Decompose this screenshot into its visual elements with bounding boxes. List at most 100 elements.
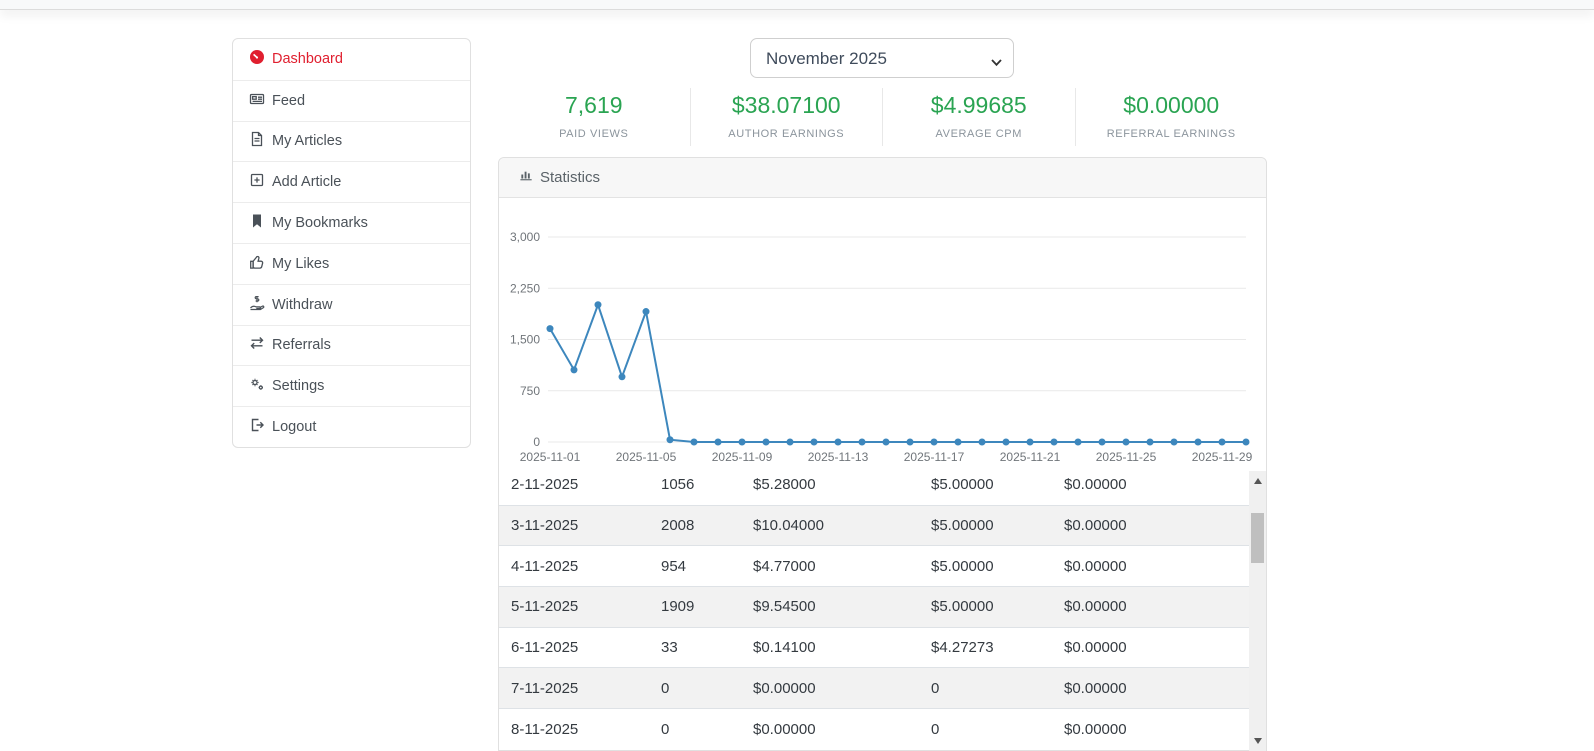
table-cell: 0	[919, 668, 1052, 709]
sidebar-item-label: Dashboard	[272, 51, 343, 67]
table-cell: 0	[649, 709, 741, 750]
stat-value: 7,619	[498, 92, 690, 119]
sidebar-item-my-bookmarks[interactable]: My Bookmarks	[233, 202, 470, 243]
table-row: 7-11-20250$0.000000$0.00000	[499, 668, 1249, 709]
table-row: 4-11-2025954$4.77000$5.00000$0.00000	[499, 546, 1249, 587]
table-cell: 6-11-2025	[499, 627, 649, 668]
table-cell: $5.28000	[741, 471, 919, 505]
stats-table-scroll[interactable]: 2-11-20251056$5.28000$5.00000$0.000003-1…	[499, 471, 1266, 751]
plus-square-icon	[249, 172, 265, 192]
table-row: 3-11-20252008$10.04000$5.00000$0.00000	[499, 505, 1249, 546]
table-cell: $0.00000	[1052, 709, 1249, 750]
sidebar-item-logout[interactable]: Logout	[233, 406, 470, 447]
sidebar-item-label: Feed	[272, 93, 305, 109]
hand-holding-usd-icon	[249, 295, 265, 315]
sidebar-item-label: Withdraw	[272, 297, 332, 313]
stat-paid-views: 7,619 PAID VIEWS	[498, 88, 690, 146]
svg-text:3,000: 3,000	[510, 230, 540, 244]
sidebar-item-add-article[interactable]: Add Article	[233, 161, 470, 202]
svg-text:2025-11-09: 2025-11-09	[712, 450, 773, 464]
gears-icon	[249, 376, 265, 396]
table-cell: 7-11-2025	[499, 668, 649, 709]
table-cell: $0.14100	[741, 627, 919, 668]
svg-text:750: 750	[520, 384, 540, 398]
table-cell: 3-11-2025	[499, 505, 649, 546]
sidebar-item-dashboard[interactable]: Dashboard	[233, 39, 470, 80]
svg-text:2025-11-01: 2025-11-01	[520, 450, 581, 464]
exchange-icon	[249, 335, 265, 355]
table-cell: $0.00000	[741, 709, 919, 750]
bookmark-icon	[249, 213, 265, 233]
svg-text:2025-11-13: 2025-11-13	[808, 450, 869, 464]
month-select-wrap: November 2025	[750, 38, 1014, 78]
stat-label: AUTHOR EARNINGS	[691, 128, 883, 140]
table-cell: $4.27273	[919, 627, 1052, 668]
svg-text:2025-11-21: 2025-11-21	[1000, 450, 1061, 464]
stats-row: 7,619 PAID VIEWS $38.07100 AUTHOR EARNIN…	[498, 88, 1267, 146]
statistics-panel: Statistics 07501,5002,2503,0002025-11-01…	[498, 157, 1267, 751]
sidebar-item-label: Referrals	[272, 337, 331, 353]
stat-average-cpm: $4.99685 AVERAGE CPM	[882, 88, 1075, 146]
table-cell: $4.77000	[741, 546, 919, 587]
top-navbar	[0, 0, 1594, 10]
tachometer-icon	[249, 49, 265, 69]
stat-label: PAID VIEWS	[498, 128, 690, 140]
sidebar-item-settings[interactable]: Settings	[233, 365, 470, 406]
sidebar-item-label: My Articles	[272, 133, 342, 149]
panel-title: Statistics	[540, 158, 600, 198]
scroll-down-arrow-icon[interactable]	[1249, 733, 1266, 749]
table-scrollbar[interactable]	[1249, 471, 1266, 751]
stat-label: AVERAGE CPM	[883, 128, 1075, 140]
sign-out-icon	[249, 417, 265, 437]
table-cell: 2-11-2025	[499, 471, 649, 505]
table-cell: 2008	[649, 505, 741, 546]
sidebar-item-withdraw[interactable]: Withdraw	[233, 284, 470, 325]
table-cell: $0.00000	[741, 668, 919, 709]
sidebar-item-label: Settings	[272, 378, 324, 394]
sidebar-item-label: Add Article	[272, 174, 341, 190]
table-cell: $0.00000	[1052, 471, 1249, 505]
table-cell: 954	[649, 546, 741, 587]
table-row: 2-11-20251056$5.28000$5.00000$0.00000	[499, 471, 1249, 505]
scroll-up-arrow-icon[interactable]	[1249, 473, 1266, 489]
sidebar-item-referrals[interactable]: Referrals	[233, 325, 470, 366]
table-cell: $0.00000	[1052, 505, 1249, 546]
table-cell: 1056	[649, 471, 741, 505]
svg-text:0: 0	[533, 435, 540, 449]
table-cell: 0	[649, 668, 741, 709]
sidebar-item-my-articles[interactable]: My Articles	[233, 121, 470, 162]
month-select[interactable]: November 2025	[750, 38, 1014, 78]
table-row: 5-11-20251909$9.54500$5.00000$0.00000	[499, 587, 1249, 628]
svg-text:1,500: 1,500	[510, 333, 540, 347]
table-cell: $5.00000	[919, 505, 1052, 546]
svg-text:2025-11-29: 2025-11-29	[1192, 450, 1253, 464]
newspaper-icon	[249, 91, 265, 111]
file-icon	[249, 131, 265, 151]
table-row: 6-11-202533$0.14100$4.27273$0.00000	[499, 627, 1249, 668]
table-cell: $5.00000	[919, 546, 1052, 587]
stat-author-earnings: $38.07100 AUTHOR EARNINGS	[690, 88, 883, 146]
table-cell: $0.00000	[1052, 627, 1249, 668]
table-cell: 4-11-2025	[499, 546, 649, 587]
stat-label: REFERRAL EARNINGS	[1076, 128, 1268, 140]
scrollbar-thumb[interactable]	[1251, 513, 1264, 563]
main-content: November 2025 7,619 PAID VIEWS $38.07100…	[498, 38, 1267, 750]
sidebar-item-my-likes[interactable]: My Likes	[233, 243, 470, 284]
stat-value: $4.99685	[883, 92, 1075, 119]
svg-text:2025-11-25: 2025-11-25	[1096, 450, 1157, 464]
table-cell: 5-11-2025	[499, 587, 649, 628]
stat-value: $38.07100	[691, 92, 883, 119]
table-cell: $0.00000	[1052, 587, 1249, 628]
sidebar-item-feed[interactable]: Feed	[233, 80, 470, 121]
table-cell: $0.00000	[1052, 546, 1249, 587]
paid-views-chart: 07501,5002,2503,0002025-11-012025-11-052…	[499, 198, 1266, 471]
stat-referral-earnings: $0.00000 REFERRAL EARNINGS	[1075, 88, 1268, 146]
table-cell: 8-11-2025	[499, 709, 649, 750]
sidebar-item-label: My Bookmarks	[272, 215, 368, 231]
table-cell: $10.04000	[741, 505, 919, 546]
table-cell: 33	[649, 627, 741, 668]
table-cell: $5.00000	[919, 471, 1052, 505]
statistics-panel-header: Statistics	[499, 158, 1266, 198]
svg-text:2025-11-05: 2025-11-05	[616, 450, 677, 464]
stats-table: 2-11-20251056$5.28000$5.00000$0.000003-1…	[499, 471, 1249, 749]
